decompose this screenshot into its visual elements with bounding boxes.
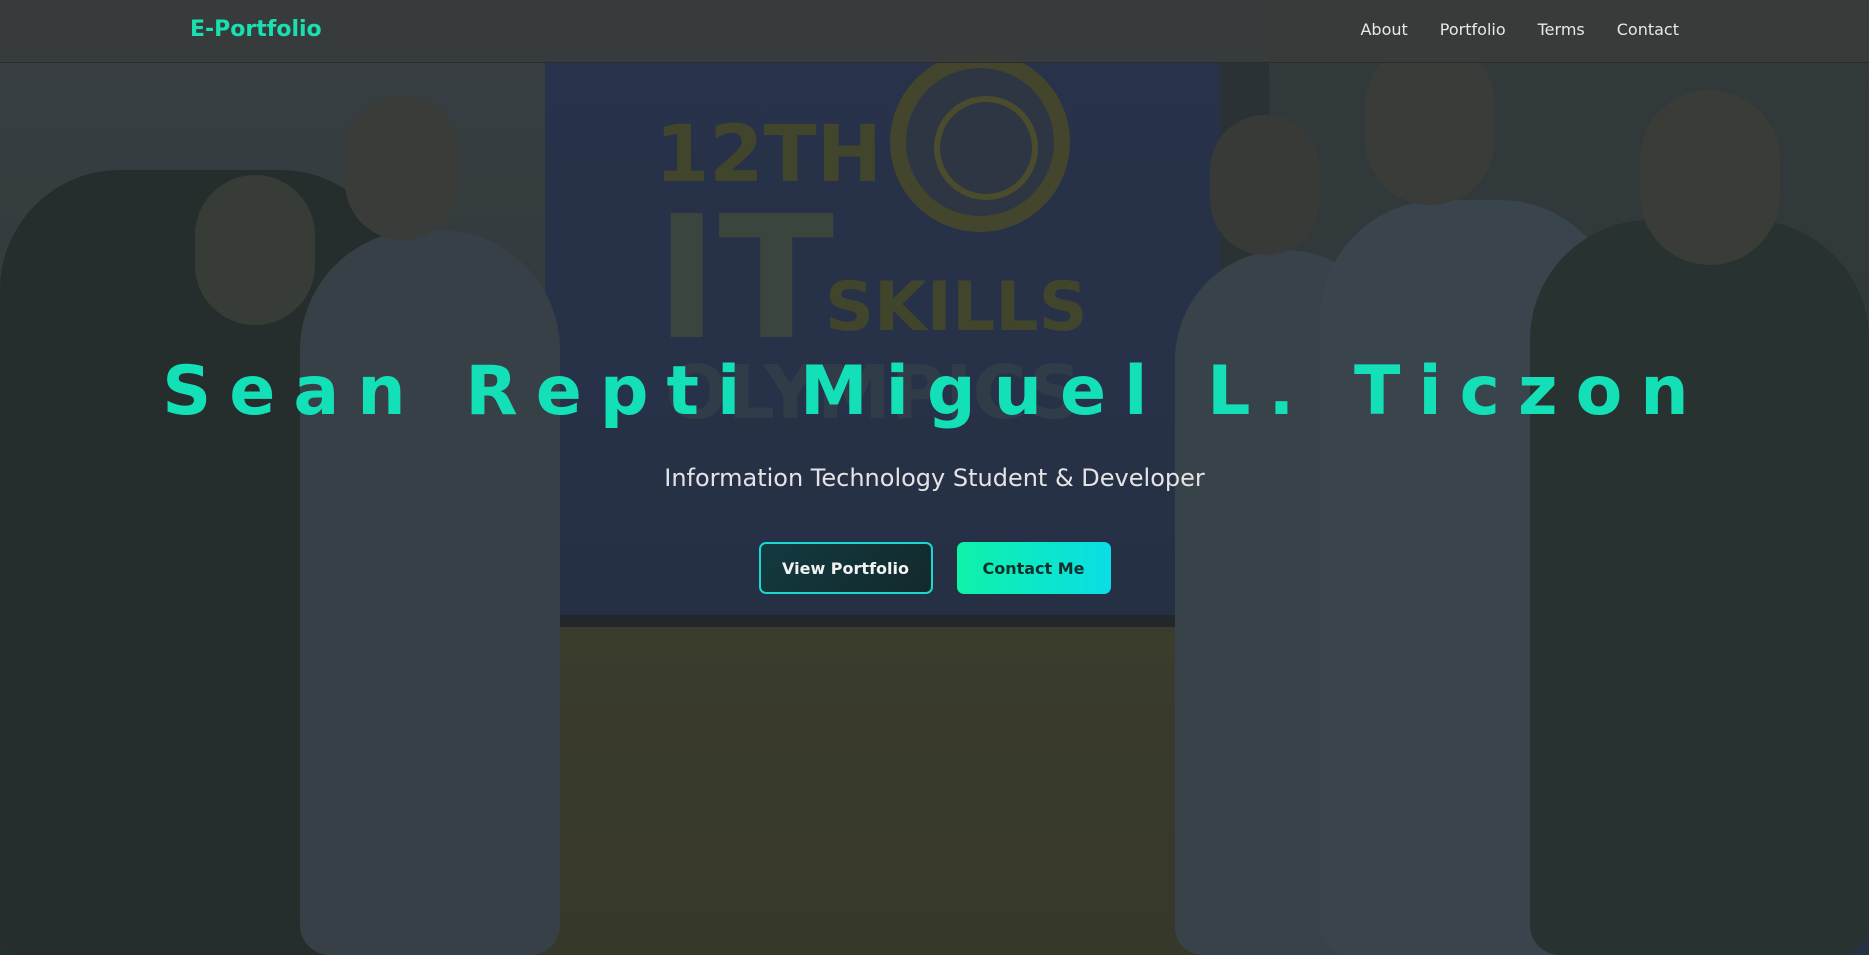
hero-name-heading: Sean Repti Miguel L. Ticzon	[162, 352, 1707, 431]
nav-link-portfolio[interactable]: Portfolio	[1440, 20, 1506, 39]
nav-link-contact[interactable]: Contact	[1617, 20, 1679, 39]
view-portfolio-button[interactable]: View Portfolio	[758, 542, 933, 594]
hero-button-group: View Portfolio Contact Me	[0, 542, 1869, 594]
hero-section: Sean Repti Miguel L. Ticzon Information …	[0, 0, 1869, 955]
hero-subtitle: Information Technology Student & Develop…	[664, 464, 1205, 492]
nav-link-terms[interactable]: Terms	[1538, 20, 1585, 39]
contact-me-button[interactable]: Contact Me	[956, 542, 1111, 594]
nav-links: About Portfolio Terms Contact	[1360, 20, 1679, 39]
nav-link-about[interactable]: About	[1360, 20, 1407, 39]
top-navbar: E-Portfolio About Portfolio Terms Contac…	[0, 0, 1869, 63]
brand-logo-link[interactable]: E-Portfolio	[190, 17, 322, 42]
